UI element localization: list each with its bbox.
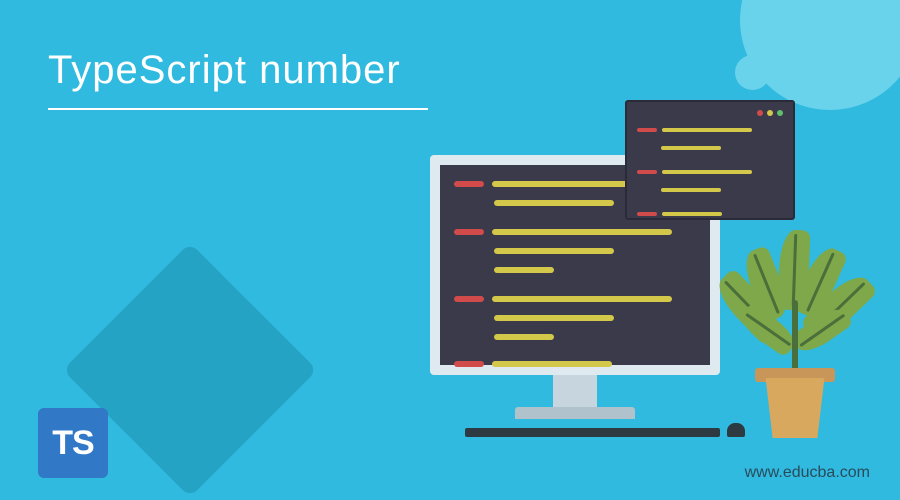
window-maximize-icon [777,110,783,116]
typescript-logo-text: TS [52,424,93,463]
decor-circle-large [740,0,900,110]
page-title: TypeScript number [48,48,401,93]
plant-pot [760,378,830,438]
plant-stem [792,300,798,370]
footer-url: www.educba.com [745,464,870,482]
window-close-icon [757,110,763,116]
keyboard-illustration [465,428,720,437]
title-underline [48,108,428,110]
monitor-base [515,407,635,419]
window-controls [637,110,783,116]
typescript-logo: TS [38,408,108,478]
decor-circle-small [735,55,770,90]
window-minimize-icon [767,110,773,116]
plant-illustration [725,238,865,438]
code-window-small [625,100,795,220]
